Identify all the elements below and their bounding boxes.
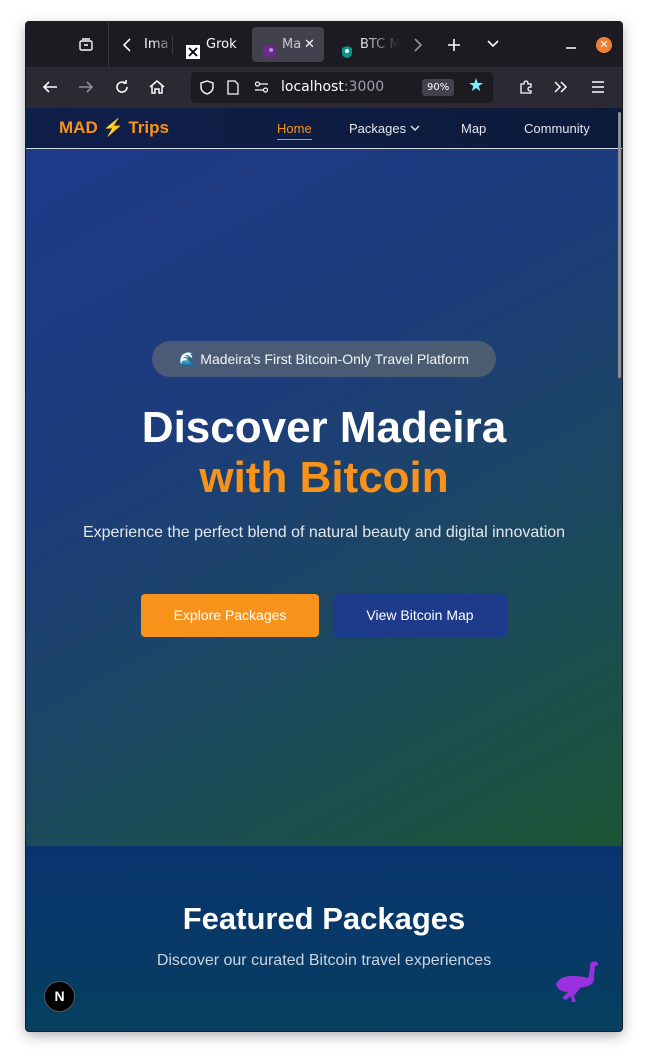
navigation-toolbar: localhost:3000 90% ★: [26, 67, 622, 109]
zoom-indicator[interactable]: 90%: [422, 79, 455, 96]
tab-1-title: Ima: [144, 37, 169, 52]
chevron-down-icon: [410, 122, 420, 138]
ostrich-favicon-icon: [262, 38, 276, 58]
site-logo[interactable]: MAD ⚡ Trips: [59, 117, 169, 139]
star-icon[interactable]: ★: [468, 77, 484, 95]
plus-icon[interactable]: [446, 37, 462, 56]
nextjs-dev-badge[interactable]: N: [44, 981, 75, 1012]
featured-subheading: Discover our curated Bitcoin travel expe…: [156, 952, 492, 969]
permissions-icon[interactable]: [254, 81, 269, 96]
url-bar[interactable]: localhost:3000 90% ★: [191, 72, 493, 103]
hero-badge: 🌊 Madeira's First Bitcoin-Only Travel Pl…: [152, 341, 496, 377]
hero-title-line-2: with Bitcoin: [199, 453, 449, 502]
hamburger-icon[interactable]: [590, 79, 606, 98]
minimize-icon[interactable]: [565, 39, 577, 54]
shield-icon[interactable]: [200, 80, 214, 98]
site-header: MAD ⚡ Trips Home Packages Map Community: [26, 108, 622, 149]
hero-subtitle: Experience the perfect blend of natural …: [82, 524, 566, 541]
page-icon: [227, 80, 239, 98]
explore-packages-button[interactable]: Explore Packages: [141, 594, 319, 637]
tab-2[interactable]: Grok: [176, 27, 246, 62]
x-logo-icon: [186, 38, 200, 59]
scroll-tabs-right-icon[interactable]: [413, 37, 423, 56]
tab-1[interactable]: Ima: [136, 27, 176, 62]
close-tab-icon[interactable]: ✕: [304, 27, 315, 62]
chevron-down-icon[interactable]: [486, 38, 500, 53]
tab-strip: Ima Grok Ma ✕ BTC M ✕: [26, 22, 622, 67]
logo-text: MAD: [59, 118, 98, 137]
hero-badge-text: Madeira's First Bitcoin-Only Travel Plat…: [200, 351, 470, 367]
ostrich-mascot-icon: [554, 958, 602, 1008]
page-viewport: MAD ⚡ Trips Home Packages Map Community …: [26, 108, 622, 1031]
url-host: localhost: [281, 79, 344, 95]
tab-4-title: BTC M: [360, 37, 400, 52]
hero-title-line-1: Discover Madeira: [141, 403, 507, 452]
browser-window: Ima Grok Ma ✕ BTC M ✕ localhost:3000 90%…: [26, 22, 622, 1031]
featured-packages-section: Featured Packages Discover our curated B…: [26, 846, 622, 1031]
puzzle-icon[interactable]: [518, 79, 534, 98]
page-scrollbar[interactable]: [618, 112, 621, 378]
btc-map-favicon-icon: [340, 38, 354, 58]
reload-icon[interactable]: [114, 79, 130, 98]
tab-4[interactable]: BTC M: [330, 27, 400, 62]
chevrons-right-icon[interactable]: [553, 79, 569, 98]
nav-link-community[interactable]: Community: [524, 121, 590, 137]
home-icon[interactable]: [148, 79, 166, 98]
scroll-tabs-left-icon[interactable]: [122, 37, 132, 56]
url-port: :3000: [343, 79, 385, 95]
view-bitcoin-map-button[interactable]: View Bitcoin Map: [333, 594, 507, 637]
arrow-right-icon[interactable]: [77, 79, 95, 98]
lightning-icon: ⚡: [102, 118, 124, 137]
nav-link-map[interactable]: Map: [461, 121, 486, 137]
tab-overview-icon[interactable]: [78, 37, 94, 56]
logo-suffix: Trips: [128, 118, 169, 137]
nav-link-home[interactable]: Home: [277, 121, 312, 140]
hero-section: 🌊 Madeira's First Bitcoin-Only Travel Pl…: [26, 149, 622, 846]
featured-heading: Featured Packages: [182, 901, 466, 936]
url-text: localhost:3000: [281, 72, 384, 103]
close-icon[interactable]: ✕: [596, 37, 612, 53]
arrow-left-icon[interactable]: [41, 79, 59, 98]
tab-2-title: Grok: [206, 37, 237, 52]
tab-3-active[interactable]: Ma ✕: [252, 27, 324, 62]
tab-3-title: Ma: [282, 37, 302, 52]
nav-link-packages-label: Packages: [349, 121, 407, 136]
wave-icon: 🌊: [178, 351, 197, 367]
nav-link-packages[interactable]: Packages: [349, 121, 420, 139]
